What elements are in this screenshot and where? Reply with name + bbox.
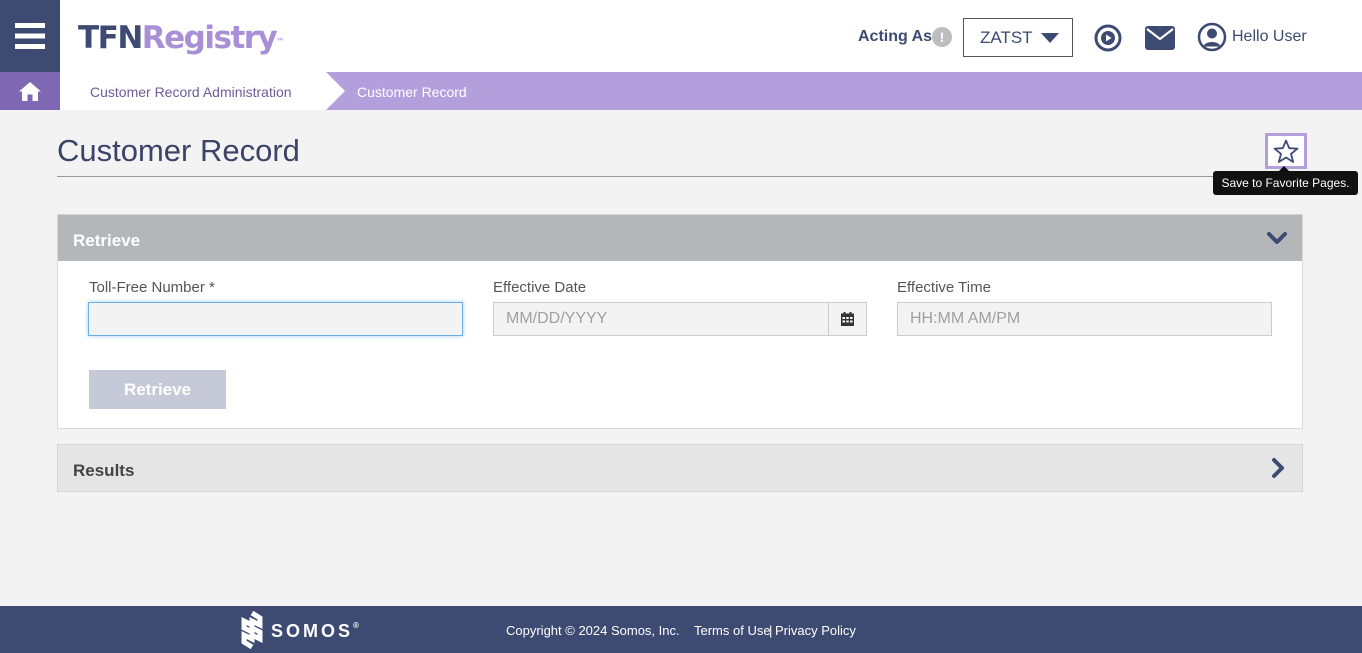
title-divider <box>57 176 1303 177</box>
app-logo[interactable]: TFNRegistry™ <box>78 18 284 58</box>
logo-registry: Registry <box>141 20 278 56</box>
warning-icon[interactable]: ! <box>932 27 952 47</box>
results-panel-title: Results <box>73 461 135 480</box>
menu-icon <box>15 23 45 49</box>
footer-brand: SOMOS® <box>271 621 359 642</box>
top-header: TFNRegistry™ Acting As ! ZATST Hello Use… <box>0 0 1362 72</box>
logo-tfn: TFN <box>78 20 143 56</box>
user-greeting[interactable]: Hello User <box>1232 28 1307 46</box>
acting-as-select[interactable]: ZATST <box>963 18 1073 57</box>
tfn-label: Toll-Free Number * <box>89 279 215 296</box>
privacy-policy-link[interactable]: Privacy Policy <box>775 623 856 638</box>
logo-trademark: ™ <box>276 37 285 46</box>
somos-logo-icon <box>241 611 263 649</box>
effective-date-label: Effective Date <box>493 279 587 296</box>
retrieve-panel: Retrieve Toll-Free Number * Effective Da… <box>57 214 1303 429</box>
effective-time-input[interactable] <box>897 302 1272 336</box>
breadcrumb-item-customer-record-administration[interactable]: Customer Record Administration <box>90 84 292 100</box>
terms-of-use-link[interactable]: Terms of Use <box>694 623 771 638</box>
effective-date-input[interactable] <box>493 302 828 336</box>
page-title: Customer Record <box>57 133 300 168</box>
mail-icon[interactable] <box>1145 26 1175 50</box>
home-button[interactable] <box>0 72 60 110</box>
footer: SOMOS® Copyright © 2024 Somos, Inc. Term… <box>0 606 1362 653</box>
retrieve-button[interactable]: Retrieve <box>89 370 226 409</box>
tfn-input[interactable] <box>88 302 463 336</box>
acting-as-label: Acting As <box>858 28 933 45</box>
footer-separator: | <box>769 623 773 638</box>
menu-button[interactable] <box>0 0 60 72</box>
breadcrumb-arrow <box>326 72 345 110</box>
footer-brand-text: SOMOS <box>271 621 354 641</box>
footer-brand-registered: ® <box>353 621 359 630</box>
retrieve-panel-header[interactable]: Retrieve <box>58 215 1302 261</box>
user-icon[interactable] <box>1197 22 1227 52</box>
footer-copyright: Copyright © 2024 Somos, Inc. <box>506 623 680 638</box>
calendar-button[interactable] <box>828 302 867 336</box>
home-icon <box>19 81 41 101</box>
results-panel[interactable]: Results <box>57 444 1303 492</box>
effective-time-label: Effective Time <box>897 279 991 296</box>
chevron-right-icon <box>1272 458 1284 478</box>
favorite-tooltip: Save to Favorite Pages. <box>1213 166 1358 195</box>
acting-as-value: ZATST <box>980 27 1033 47</box>
calendar-icon <box>841 312 854 326</box>
play-circle-icon[interactable] <box>1094 24 1122 52</box>
breadcrumb-item-customer-record: Customer Record <box>357 84 467 100</box>
star-icon <box>1273 139 1299 163</box>
favorite-button[interactable] <box>1265 133 1307 169</box>
chevron-down-icon <box>1267 232 1287 244</box>
retrieve-panel-title: Retrieve <box>73 231 141 250</box>
breadcrumb: Customer Record Administration Customer … <box>0 72 1362 110</box>
caret-down-icon <box>1040 32 1059 43</box>
